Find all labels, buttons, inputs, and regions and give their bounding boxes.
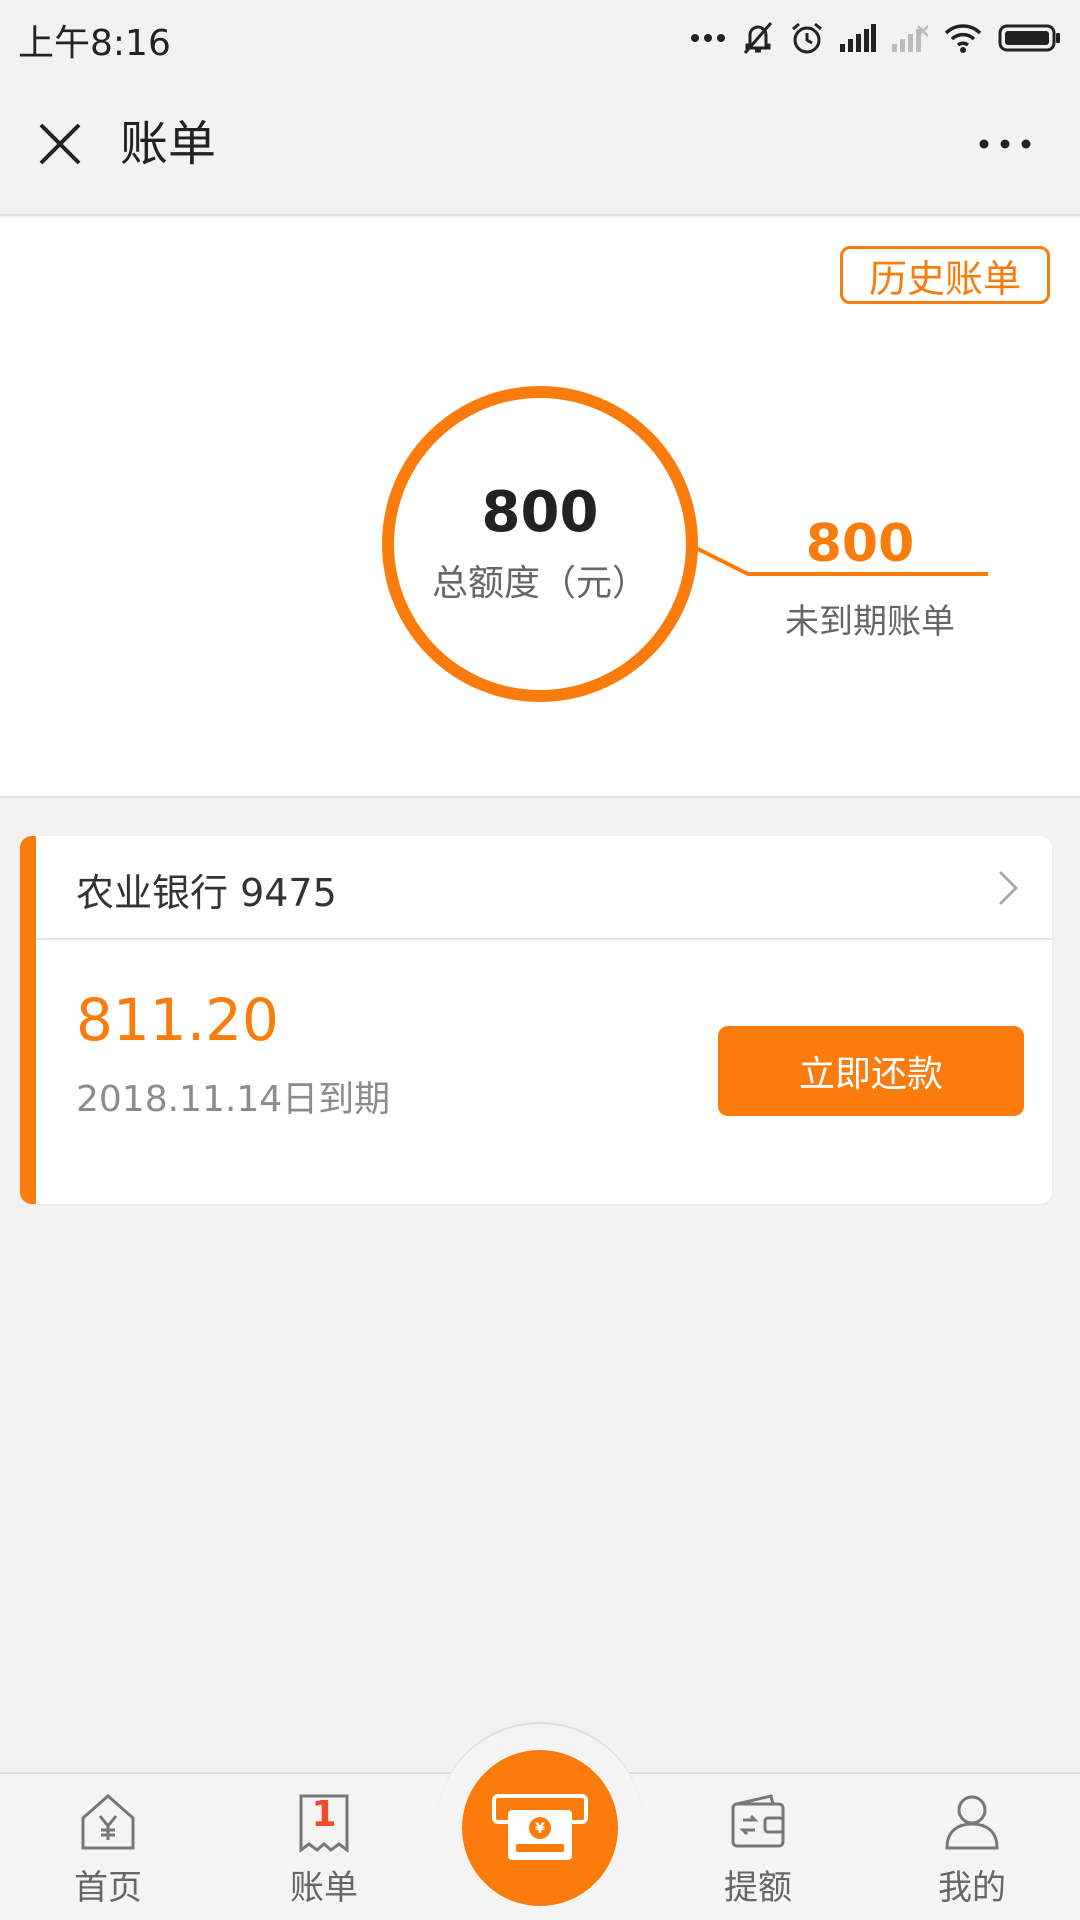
bill-card: 农业银行 9475 811.20 2018.11.14日到期 立即还款 [20,836,1052,1204]
tab-label: 账单 [290,1868,358,1908]
tab-label: 首页 [74,1868,142,1908]
more-dots-icon [691,34,725,42]
more-button[interactable] [970,124,1040,164]
wifi-icon [944,24,982,53]
status-time: 上午8:16 [18,23,171,64]
repay-now-button[interactable]: 立即还款 [718,1026,1024,1116]
bank-account-label: 农业银行 9475 [76,871,337,915]
user-icon [945,1795,999,1850]
close-icon [39,123,81,165]
more-icon [979,139,1031,149]
cash-out-icon: ¥ [492,1794,588,1860]
total-credit-amount: 800 [481,480,599,545]
chevron-right-icon [998,870,1019,906]
nav-bar: 账单 [0,76,1080,216]
close-button[interactable] [30,114,90,174]
status-bar: 上午8:16 [0,0,1080,76]
tab-home[interactable]: 首页 [38,1790,178,1910]
total-credit-label: 总额度（元） [431,563,648,604]
status-icons [690,14,1062,62]
battery-icon [998,24,1060,52]
page-title: 账单 [120,116,217,172]
bill-amount: 811.20 [76,986,279,1054]
wallet-icon [731,1794,785,1848]
bill-card-header[interactable]: 农业银行 9475 [36,836,1052,940]
svg-text:¥: ¥ [535,1821,545,1837]
cash-out-button[interactable]: ¥ [462,1750,618,1906]
tab-raise-limit[interactable]: 提额 [688,1790,828,1910]
alarm-icon [792,22,822,54]
tab-label: 我的 [938,1868,1006,1908]
not-due-label: 未到期账单 [785,602,955,642]
bill-card-accent [20,836,36,1204]
signal-off-icon [892,25,928,52]
tab-bills[interactable]: 1 账单 [254,1790,394,1910]
tab-label: 提额 [724,1868,792,1908]
tab-mine[interactable]: 我的 [902,1790,1042,1910]
bill-due-date: 2018.11.14日到期 [76,1079,391,1120]
credit-summary: 历史账单 800 总额度（元） 800 未到期账单 [0,218,1080,798]
signal-icon [840,24,876,52]
history-bills-button[interactable]: 历史账单 [840,246,1050,304]
mute-bell-icon [743,22,773,54]
bill-badge: 1 [311,1794,337,1835]
home-yen-icon [81,1794,135,1850]
not-due-amount: 800 [805,514,915,574]
